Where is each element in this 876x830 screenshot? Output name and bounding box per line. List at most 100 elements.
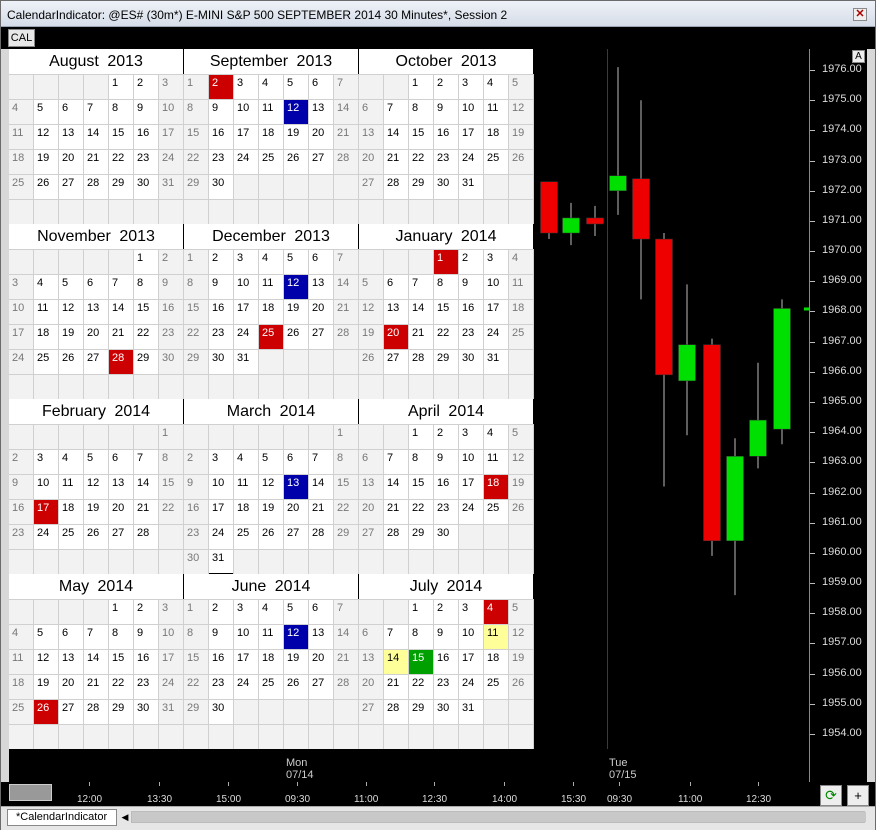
- calendar-day: 26: [284, 149, 309, 174]
- calendar-day: 31: [159, 699, 184, 724]
- calendar-day: 21: [334, 649, 359, 674]
- calendar-day: 7: [409, 274, 434, 299]
- close-icon[interactable]: ✕: [853, 8, 867, 21]
- calendar-empty-cell: [134, 724, 159, 749]
- calendar-day: 23: [434, 149, 459, 174]
- calendar-empty-cell: [84, 74, 109, 99]
- calendar-empty-cell: [109, 199, 134, 224]
- calendar-day: 28: [334, 324, 359, 349]
- calendar-day: 10: [159, 624, 184, 649]
- calendar-empty-cell: [234, 699, 259, 724]
- calendar-empty-cell: [109, 249, 134, 274]
- calendar-empty-cell: [59, 724, 84, 749]
- zoom-in-button[interactable]: +: [847, 785, 869, 806]
- calendar-empty-cell: [359, 199, 384, 224]
- calendar-day: 3: [459, 424, 484, 449]
- calendar-day: 28: [84, 174, 109, 199]
- calendar-day: 8: [434, 274, 459, 299]
- time-tick: [504, 782, 505, 786]
- refresh-icon[interactable]: ⟳: [820, 785, 842, 806]
- calendar-empty-cell: [284, 424, 309, 449]
- scrollbar-thumb[interactable]: [132, 812, 866, 822]
- calendar-day: 19: [59, 324, 84, 349]
- calendar-empty-cell: [284, 374, 309, 399]
- calendar-day: 29: [434, 349, 459, 374]
- calendar-day: 25: [9, 699, 34, 724]
- calendar-empty-cell: [209, 374, 234, 399]
- calendar-day: 3: [234, 599, 259, 624]
- calendar-day: 1: [409, 424, 434, 449]
- chart-area[interactable]: August 2013 1 2 3 4 5 6 7 8 9 10 11 12 13 14 15 16 17 18 19…: [9, 49, 867, 782]
- price-tick: [810, 160, 815, 162]
- calendar-empty-cell: [434, 199, 459, 224]
- calendar-day: 19: [284, 299, 309, 324]
- bull-candle: [678, 344, 696, 382]
- month-june-2014: June 2014 1 2 3 4 5 6 7 8 9 10 11 12 13 14 15 16 17 18 19 20…: [184, 574, 359, 749]
- calendar-empty-cell: [234, 424, 259, 449]
- calendar-day: 18: [259, 649, 284, 674]
- calendar-day: 1: [159, 424, 184, 449]
- calendar-empty-cell: [259, 374, 284, 399]
- price-tick-label: 1965.00: [822, 395, 862, 407]
- calendar-day: 3: [459, 599, 484, 624]
- calendar-day: 11: [259, 99, 284, 124]
- price-tick: [810, 522, 815, 524]
- calendar-day: 13: [84, 299, 109, 324]
- price-axis[interactable]: 1954.00 1955.00 1956.00 1957.00 1958.00 1959.…: [809, 49, 867, 782]
- cal-tab[interactable]: CAL: [8, 29, 35, 47]
- calendar-day: 17: [209, 499, 234, 524]
- calendar-day: 6: [59, 624, 84, 649]
- calendar-empty-cell: [484, 374, 509, 399]
- time-tick: [297, 782, 298, 786]
- calendar-day: 18: [484, 124, 509, 149]
- calendar-day: 15: [334, 474, 359, 499]
- calendar-day: 30: [209, 174, 234, 199]
- title-bar: CalendarIndicator: @ES# (30m*) E-MINI S&…: [1, 1, 875, 27]
- calendar-empty-cell: [484, 549, 509, 574]
- calendar-empty-cell: [109, 374, 134, 399]
- horizontal-scrollbar[interactable]: [131, 811, 866, 823]
- calendar-empty-cell: [109, 424, 134, 449]
- calendar-empty-cell: [34, 549, 59, 574]
- calendar-day: 29: [109, 699, 134, 724]
- calendar-day: 21: [384, 499, 409, 524]
- calendar-empty-cell: [59, 424, 84, 449]
- calendar-day: 1: [434, 249, 459, 274]
- calendar-day: 16: [134, 124, 159, 149]
- calendar-day: 16: [434, 649, 459, 674]
- calendar-day: 30: [434, 174, 459, 199]
- calendar-day: 29: [334, 524, 359, 549]
- calendar-day: 15: [109, 124, 134, 149]
- calendar-empty-cell: [359, 599, 384, 624]
- scroll-left-icon[interactable]: ◀: [119, 810, 131, 824]
- calendar-empty-cell: [309, 724, 334, 749]
- autoscale-button[interactable]: A: [852, 50, 865, 63]
- calendar-day: 4: [484, 74, 509, 99]
- price-tick-label: 1966.00: [822, 364, 862, 377]
- calendar-day: 25: [59, 524, 84, 549]
- calendar-day: 14: [384, 124, 409, 149]
- calendar-day: 26: [509, 674, 534, 699]
- calendar-day: 19: [284, 124, 309, 149]
- calendar-empty-cell: [234, 199, 259, 224]
- calendar-day: 8: [409, 624, 434, 649]
- price-plot[interactable]: [534, 49, 809, 749]
- price-tick: [810, 130, 815, 132]
- calendar-empty-cell: [209, 424, 234, 449]
- calendar-day: 29: [109, 174, 134, 199]
- calendar-empty-cell: [359, 724, 384, 749]
- calendar-empty-cell: [59, 374, 84, 399]
- calendar-day: 22: [409, 674, 434, 699]
- calendar-day: 2: [434, 74, 459, 99]
- time-scroll-thumb[interactable]: [9, 784, 52, 801]
- calendar-day: 4: [259, 249, 284, 274]
- calendar-day: 28: [384, 524, 409, 549]
- workspace-tab[interactable]: *CalendarIndicator: [7, 809, 117, 826]
- calendar-day: 5: [284, 599, 309, 624]
- time-axis[interactable]: 12:00 13:30 15:00 09:30 11:00 12:30 14:00 15:30…: [1, 782, 875, 806]
- time-tick-label: 12:30: [746, 794, 772, 805]
- calendar-day: 21: [84, 149, 109, 174]
- calendar-day: 28: [309, 524, 334, 549]
- calendar-day: 2: [459, 249, 484, 274]
- calendar-day: 15: [159, 474, 184, 499]
